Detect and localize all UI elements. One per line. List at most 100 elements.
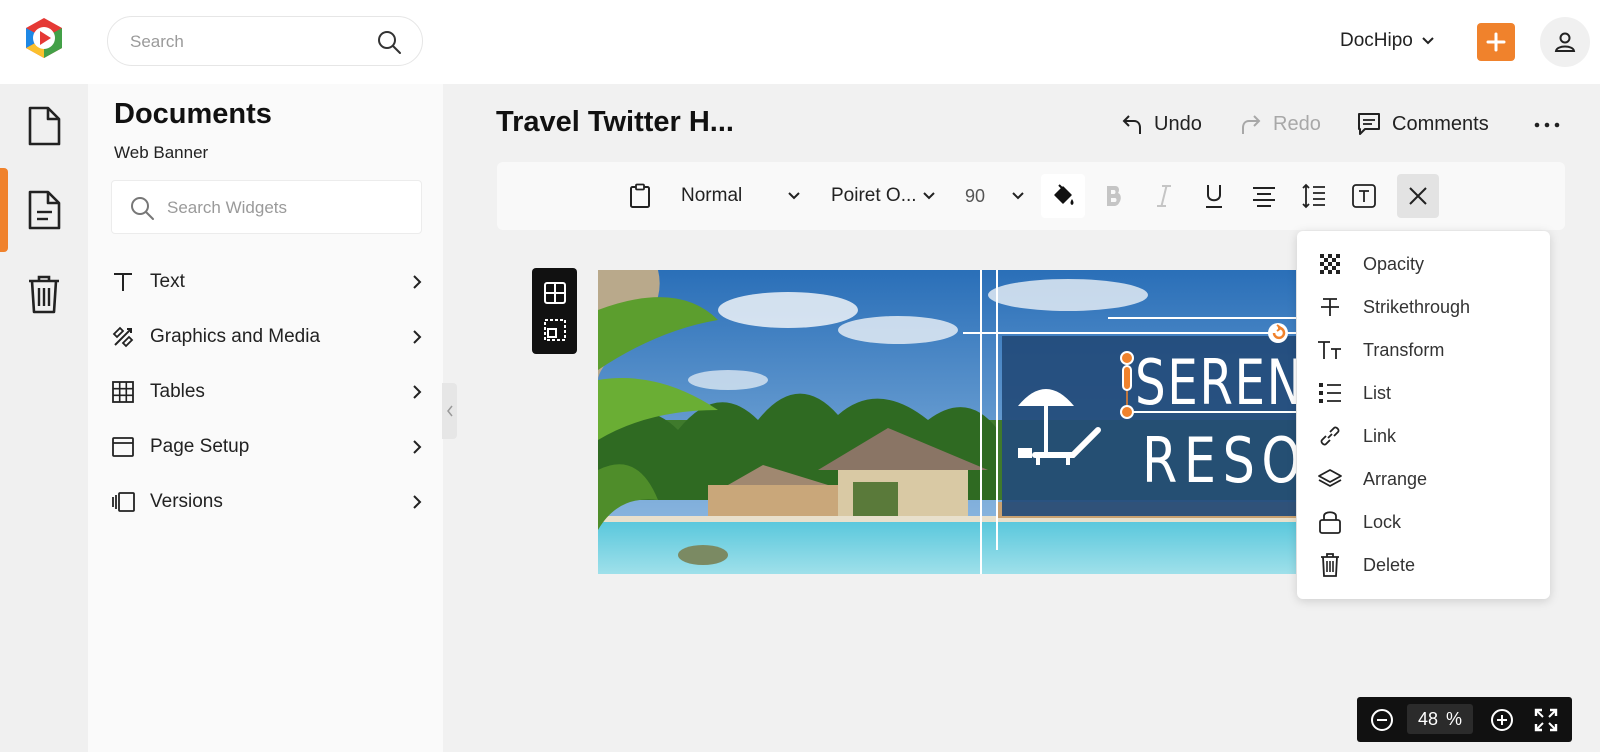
chevron-down-icon [788,192,800,200]
redo-button[interactable]: Redo [1239,108,1321,140]
account-dropdown[interactable]: DocHipo [1340,28,1435,54]
fullscreen-icon [1534,708,1558,732]
more-options-button[interactable] [1530,112,1564,138]
underline-icon [1206,185,1222,208]
versions-icon [110,489,136,515]
fullscreen-button[interactable] [1531,705,1561,735]
graphics-icon [110,324,136,350]
panel-item-graphics[interactable]: Graphics and Media [110,317,425,357]
font-family-select[interactable]: Poiret O... [831,174,936,218]
lock-icon [1317,509,1343,535]
panel-item-page-setup[interactable]: Page Setup [110,427,425,467]
document-title[interactable]: Travel Twitter H... [496,106,734,139]
list-icon [1317,380,1343,406]
banner-canvas[interactable]: SERENE RESO [598,270,1296,574]
text-toolbar: Normal Poiret O... 90 [497,162,1565,230]
undo-button[interactable]: Undo [1120,108,1202,140]
search-input[interactable] [130,30,360,54]
close-toolbar-button[interactable] [1397,174,1439,218]
widget-search-box [111,180,422,234]
chevron-down-icon [923,192,935,200]
menu-item-label: Lock [1363,511,1402,532]
search-icon[interactable] [376,29,402,55]
align-center-button[interactable] [1247,174,1281,218]
trash-icon [29,275,59,314]
rail-item-trash[interactable] [0,252,88,336]
text-icon [110,269,136,295]
close-icon [1409,187,1427,205]
widget-search-input[interactable] [167,196,407,220]
text-style-select[interactable]: Normal [681,174,801,218]
menu-item-arrange[interactable]: Arrange [1317,462,1537,496]
dochipo-logo-icon[interactable] [22,16,66,60]
top-bar: DocHipo [0,0,1600,84]
fill-color-button[interactable] [1041,174,1085,218]
trash-icon [1317,552,1343,578]
bold-button[interactable] [1097,174,1131,218]
banner-image [598,270,1296,574]
document-icon [28,106,61,146]
user-avatar[interactable] [1540,17,1590,67]
panel-collapse-handle[interactable] [442,383,457,439]
menu-item-delete[interactable]: Delete [1317,548,1537,582]
more-options-menu: Opacity Strikethrough Transform List Lin… [1297,231,1550,599]
font-size-select[interactable]: 90 [965,174,1025,218]
menu-item-list[interactable]: List [1317,376,1537,410]
select-area-icon[interactable] [543,318,567,342]
chevron-right-icon [413,495,422,509]
menu-item-strikethrough[interactable]: Strikethrough [1317,290,1537,324]
rail-item-documents[interactable] [0,84,88,168]
italic-button[interactable] [1147,174,1181,218]
zoom-percent: 48 [1417,708,1438,729]
document-lines-icon [28,190,61,230]
banner-headline-line1[interactable]: SERENE [1135,352,1296,414]
panel-item-label: Tables [150,381,205,402]
line-spacing-button[interactable] [1297,174,1331,218]
zoom-out-button[interactable] [1367,705,1397,735]
paint-bucket-icon [1054,184,1074,205]
chevron-down-icon [1422,37,1434,45]
widgets-panel: Documents Web Banner Text Graphics and M… [88,84,443,752]
panel-subtitle: Web Banner [114,143,209,162]
rail-item-templates[interactable] [0,168,88,252]
page-setup-icon [110,434,136,460]
underline-button[interactable] [1197,174,1231,218]
clipboard-icon [630,183,650,208]
menu-item-opacity[interactable]: Opacity [1317,247,1537,281]
search-icon [131,197,154,220]
comments-label: Comments [1392,112,1489,135]
zoom-in-icon [1491,709,1513,731]
menu-item-label: Link [1363,425,1397,446]
banner-headline-line2[interactable]: RESO [1142,430,1296,492]
zoom-value[interactable]: 48 % [1407,704,1473,734]
chevron-right-icon [413,440,422,454]
global-search [107,16,423,66]
menu-item-lock[interactable]: Lock [1317,505,1537,539]
plus-icon [1486,32,1506,52]
paste-button[interactable] [625,174,655,218]
panel-item-label: Versions [150,491,223,512]
panel-item-text[interactable]: Text [110,262,425,302]
account-label: DocHipo [1340,30,1413,51]
panel-item-versions[interactable]: Versions [110,482,425,522]
transform-icon [1317,337,1343,363]
menu-item-transform[interactable]: Transform [1317,333,1537,367]
menu-item-link[interactable]: Link [1317,419,1537,453]
redo-icon [1242,115,1261,134]
user-icon [1554,32,1576,52]
menu-item-label: Arrange [1363,468,1428,489]
zoom-in-button[interactable] [1487,705,1517,735]
comments-button[interactable]: Comments [1356,108,1489,140]
font-size-value: 90 [965,185,986,206]
menu-item-label: Transform [1363,339,1445,360]
text-box-button[interactable] [1347,174,1381,218]
panel-item-tables[interactable]: Tables [110,372,425,412]
panel-item-label: Page Setup [150,436,250,457]
more-dots-icon [1534,122,1560,128]
grid-icon[interactable] [543,281,567,305]
create-new-button[interactable] [1477,23,1515,61]
font-family-value: Poiret O... [831,185,917,206]
line-spacing-icon [1302,183,1325,209]
opacity-icon [1317,251,1343,277]
chevron-right-icon [413,275,422,289]
